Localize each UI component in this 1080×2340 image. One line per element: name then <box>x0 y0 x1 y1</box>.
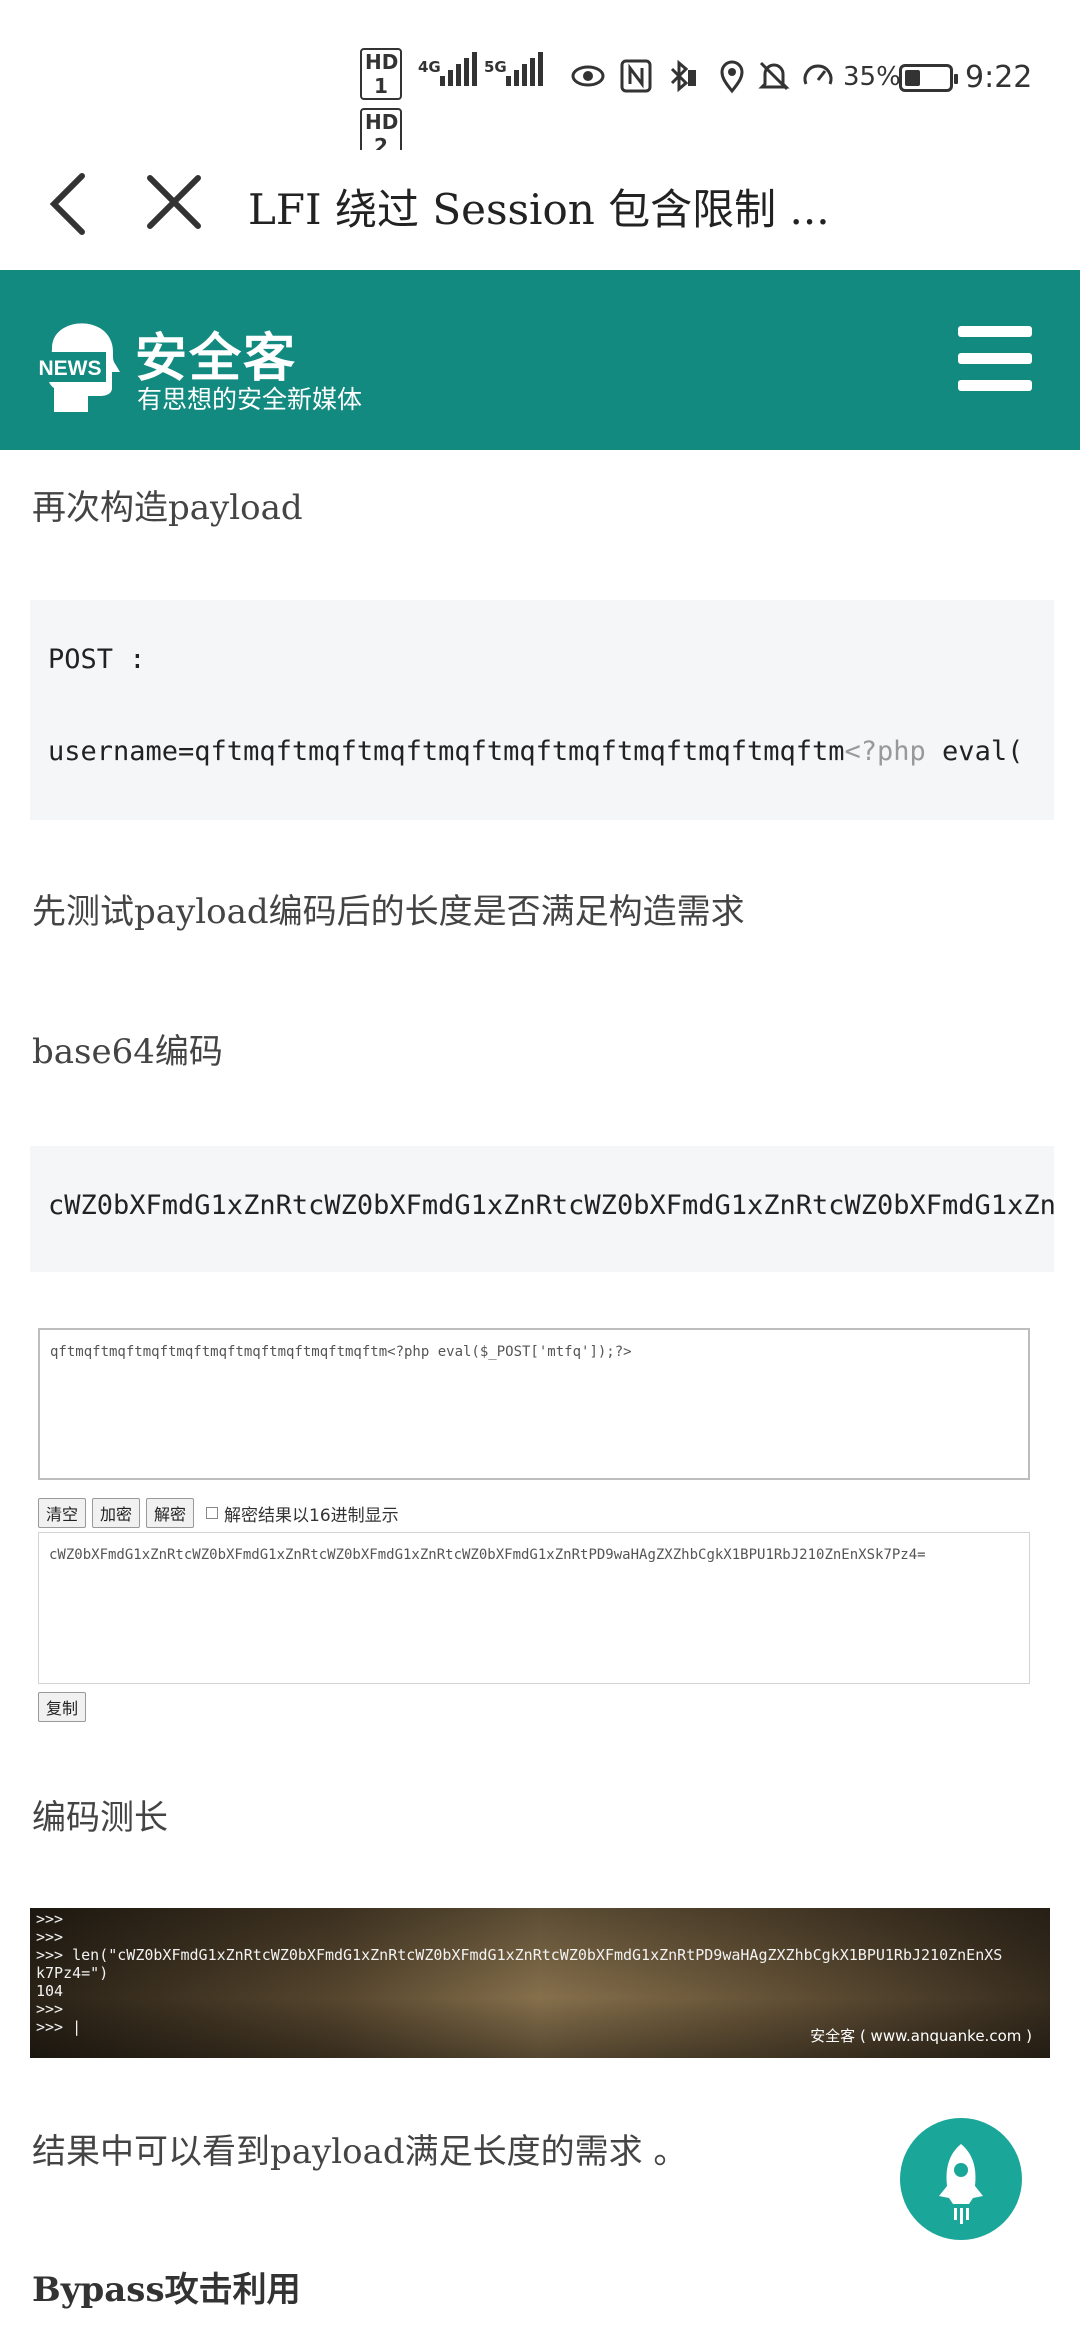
code-block[interactable]: POST : username=qftmqftmqftmqftmqftmqftm… <box>30 600 1054 820</box>
paragraph: 先测试payload编码后的长度是否满足构造需求 <box>32 892 745 932</box>
clear-button[interactable]: 清空 <box>38 1498 87 1528</box>
terminal-image: >>> >>> >>> len("cWZ0bXFmdG1xZnRtcWZ0bXF… <box>30 1908 1050 2058</box>
terminal-line: >>> <box>36 2000 64 2018</box>
status-bar: HD 1 HD 2 4G 5G 35% 9:22 <box>0 0 1080 160</box>
logo-icon[interactable]: NEWS <box>34 308 122 412</box>
tool-output-area[interactable]: cWZ0bXFmdG1xZnRtcWZ0bXFmdG1xZnRtcWZ0bXFm… <box>38 1532 1030 1684</box>
tool-input-text: qftmqftmqftmqftmqftmqftmqftmqftmqftmqftm… <box>50 1344 632 1360</box>
terminal-line: 104 <box>36 1982 64 2000</box>
battery-percent: 35% <box>843 62 901 92</box>
clock: 9:22 <box>965 60 1033 95</box>
rocket-icon[interactable] <box>900 2118 1022 2240</box>
site-slogan: 有思想的安全新媒体 <box>137 385 363 414</box>
copy-button[interactable]: 复制 <box>38 1692 87 1722</box>
hamburger-icon[interactable] <box>958 326 1032 392</box>
terminal-line: >>> <box>36 1928 64 1946</box>
decrypt-button[interactable]: 解密 <box>146 1498 195 1528</box>
code-block[interactable]: cWZ0bXFmdG1xZnRtcWZ0bXFmdG1xZnRtcWZ0bXFm… <box>30 1146 1054 1272</box>
signal1-icon <box>440 52 477 86</box>
tool-output-text: cWZ0bXFmdG1xZnRtcWZ0bXFmdG1xZnRtcWZ0bXFm… <box>49 1547 926 1563</box>
close-icon[interactable] <box>134 164 214 244</box>
tool-input-area[interactable]: qftmqftmqftmqftmqftmqftmqftmqftmqftmqftm… <box>38 1328 1030 1480</box>
signal2-icon <box>506 52 543 86</box>
location-icon <box>714 58 750 94</box>
chevron-left-icon[interactable] <box>30 164 110 244</box>
hex-checkbox-label: 解密结果以16进制显示 <box>224 1505 399 1526</box>
section-heading: Bypass攻击利用 <box>32 2270 301 2310</box>
nfc-icon <box>618 58 654 94</box>
battery-level <box>905 70 920 86</box>
terminal-line: >>> | <box>36 2018 82 2036</box>
code-text: eval( <box>925 736 1024 767</box>
network2-label: 5G <box>484 58 507 76</box>
paragraph: 编码测长 <box>32 1798 168 1838</box>
paragraph: 再次构造payload <box>32 488 303 528</box>
tool-buttons: 清空 加密 解密 解密结果以16进制显示 <box>38 1498 399 1528</box>
terminal-line: >>> len("cWZ0bXFmdG1xZnRtcWZ0bXFmdG1xZnR… <box>36 1946 1003 1964</box>
bell-off-icon <box>756 58 792 94</box>
speed-icon <box>800 58 836 94</box>
hex-checkbox[interactable] <box>206 1507 219 1519</box>
base64-tool-image: qftmqftmqftmqftmqftmqftmqftmqftmqftmqftm… <box>30 1320 1054 1730</box>
code-line: POST : <box>48 644 146 675</box>
terminal-line: k7Pz4=") <box>36 1964 109 1982</box>
paragraph: 结果中可以看到payload满足长度的需求 。 <box>32 2132 688 2172</box>
encrypt-button[interactable]: 加密 <box>92 1498 141 1528</box>
code-line: cWZ0bXFmdG1xZnRtcWZ0bXFmdG1xZnRtcWZ0bXFm… <box>48 1190 1054 1221</box>
code-line: username=qftmqftmqftmqftmqftmqftmqftmqft… <box>48 736 1023 767</box>
hd1-badge: HD 1 <box>360 48 402 100</box>
watermark: 安全客 ( www.anquanke.com ) <box>810 2027 1032 2045</box>
paragraph: base64编码 <box>32 1032 223 1072</box>
battery-icon <box>899 64 958 92</box>
site-header: NEWS 安全客 有思想的安全新媒体 <box>0 270 1080 450</box>
browser-nav-bar: LFI 绕过 Session 包含限制 ... <box>0 150 1080 270</box>
code-php-tag: <?php <box>844 736 926 767</box>
network1-label: 4G <box>418 58 441 76</box>
bluetooth-icon <box>662 58 698 94</box>
terminal-line: >>> <box>36 1910 64 1928</box>
eye-icon <box>570 58 606 94</box>
code-text: username=qftmqftmqftmqftmqftmqftmqftmqft… <box>48 736 845 767</box>
page-title: LFI 绕过 Session 包含限制 ... <box>248 185 830 234</box>
svg-text:NEWS: NEWS <box>39 357 102 380</box>
